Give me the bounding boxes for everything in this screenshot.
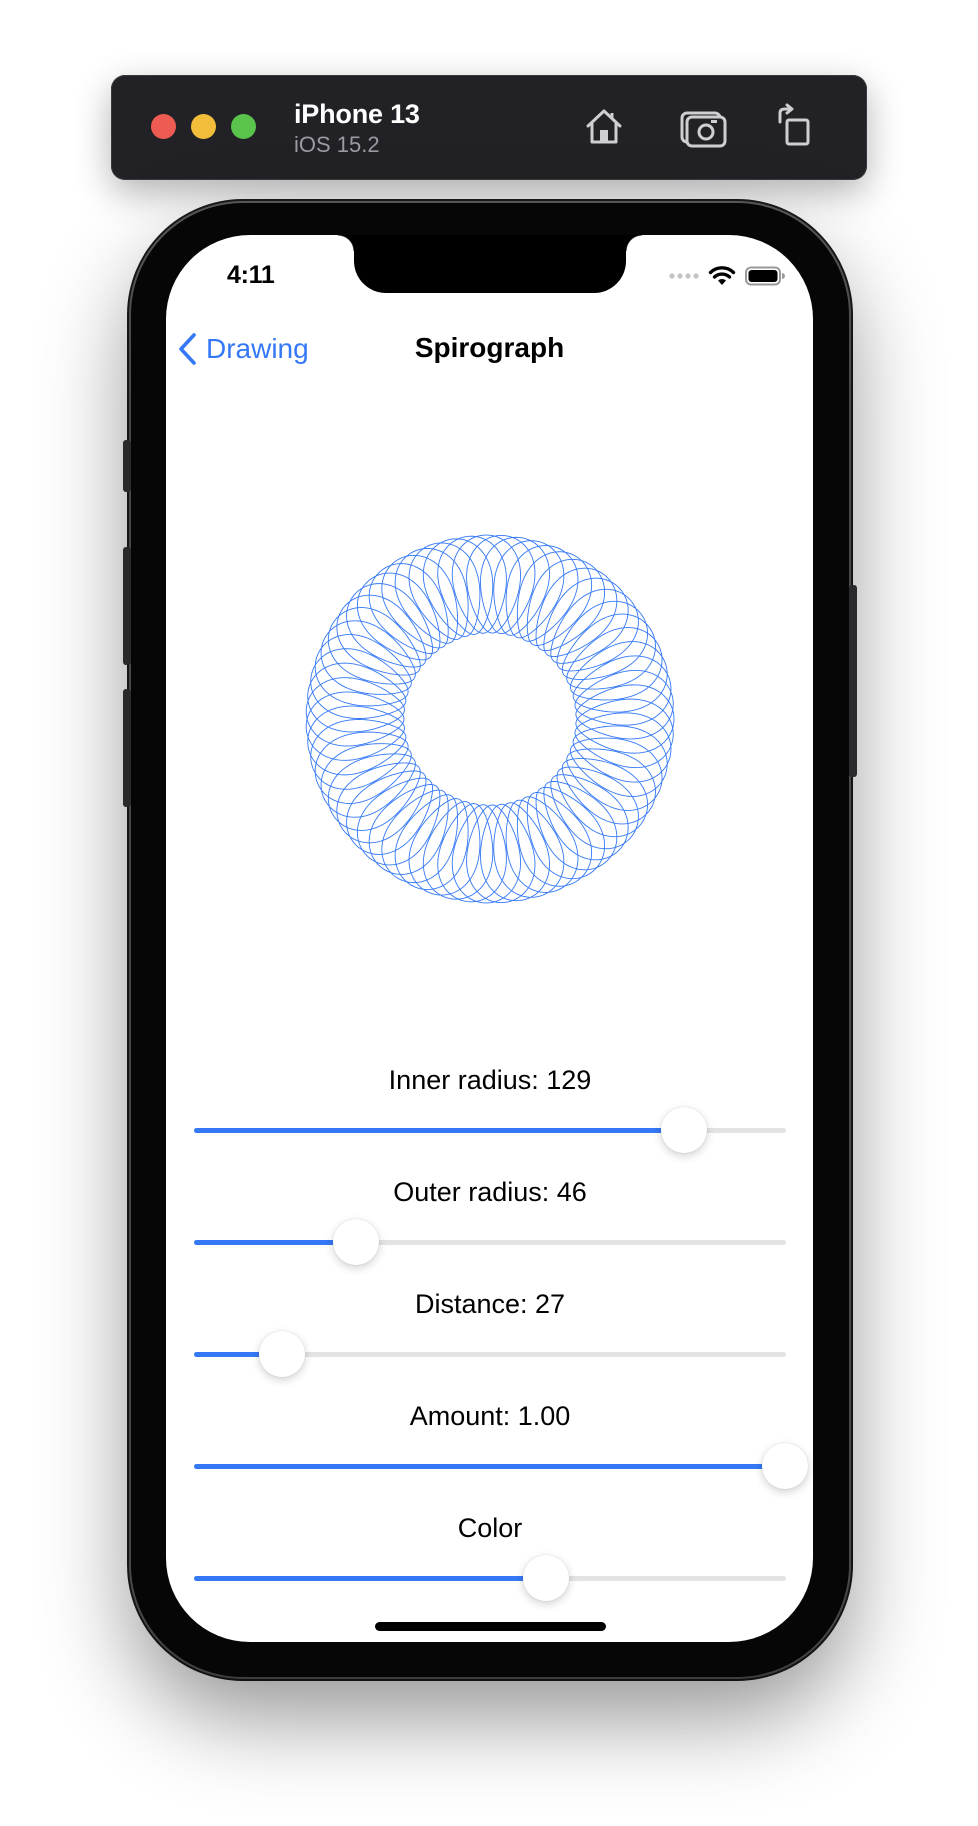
device-name: iPhone 13 [294, 99, 420, 129]
power-button [849, 585, 857, 777]
slider-fill [194, 1464, 786, 1469]
volume-up-button [123, 547, 131, 665]
slider-fill [194, 1128, 684, 1133]
rotate-icon[interactable] [769, 102, 819, 152]
slider-thumb[interactable] [660, 1107, 707, 1153]
color-control: Color [194, 1513, 786, 1602]
amount-label: Amount: 1.00 [409, 1401, 571, 1431]
slider-thumb[interactable] [522, 1555, 569, 1601]
slider-fill [194, 1240, 357, 1245]
outer-radius-slider[interactable] [194, 1218, 786, 1266]
camera-notch [338, 235, 642, 293]
close-window-button[interactable] [151, 114, 176, 139]
spirograph-path [305, 534, 675, 904]
inner-radius-label: Inner radius: 129 [388, 1065, 592, 1095]
slider-thumb[interactable] [259, 1331, 306, 1377]
amount-slider[interactable] [194, 1442, 808, 1490]
volume-down-button [123, 689, 131, 807]
battery-icon [745, 266, 785, 286]
distance-label: Distance: 27 [414, 1289, 566, 1319]
spirograph-drawing [305, 534, 675, 904]
device-screen: 4:11 Drawing Spirograph Inner radius: 12… [166, 235, 813, 1642]
device-os-version: iOS 15.2 [294, 132, 380, 157]
home-indicator [375, 1622, 606, 1631]
color-slider[interactable] [194, 1554, 786, 1602]
status-time: 4:11 [227, 261, 275, 289]
slider-fill [194, 1576, 546, 1581]
color-label: Color [457, 1513, 523, 1543]
distance-control: Distance: 27 [194, 1289, 786, 1378]
minimize-window-button[interactable] [191, 114, 216, 139]
slider-thumb[interactable] [762, 1443, 808, 1489]
outer-radius-control: Outer radius: 46 [194, 1177, 786, 1266]
cellular-dots-icon [669, 273, 699, 279]
amount-control: Amount: 1.00 [194, 1401, 808, 1490]
mute-switch [123, 440, 131, 492]
inner-radius-slider[interactable] [194, 1106, 786, 1154]
screenshot-icon[interactable] [678, 102, 728, 152]
wifi-icon [708, 266, 736, 285]
inner-radius-control: Inner radius: 129 [194, 1065, 786, 1154]
distance-slider[interactable] [194, 1330, 786, 1378]
simulator-toolbar [111, 75, 867, 180]
page-title: Spirograph [414, 332, 565, 363]
zoom-window-button[interactable] [231, 114, 256, 139]
home-icon[interactable] [579, 102, 629, 152]
outer-radius-label: Outer radius: 46 [393, 1177, 587, 1207]
status-icons [669, 265, 785, 287]
slider-thumb[interactable] [333, 1219, 380, 1265]
